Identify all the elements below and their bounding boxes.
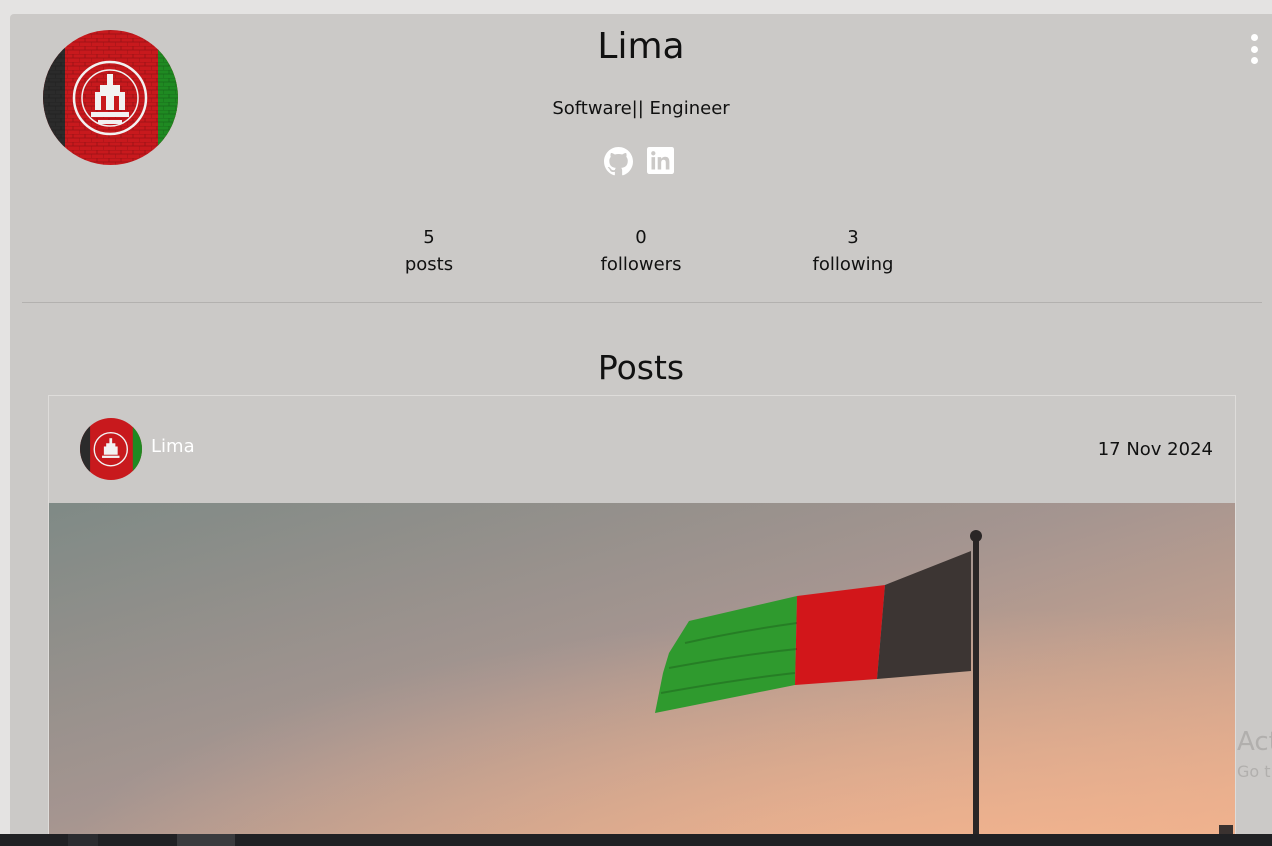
stat-following-value: 3 (847, 227, 859, 248)
os-activation-watermark: Act Go t (1237, 727, 1272, 787)
watermark-line-2: Go t (1237, 762, 1271, 781)
section-divider (22, 302, 1262, 303)
stat-followers-label: followers (600, 254, 682, 275)
taskbar (0, 834, 1272, 846)
stat-posts-label: posts (404, 254, 454, 275)
avatar-flag-image (80, 418, 142, 480)
stat-posts-value: 5 (423, 227, 435, 248)
profile-name: Lima (597, 26, 685, 67)
post-card: Lima 17 Nov 2024 (48, 395, 1236, 846)
watermark-line-1: Act (1237, 727, 1272, 757)
profile-stats: 5 posts 0 followers 3 following (10, 224, 1272, 284)
social-links (604, 147, 676, 176)
profile-bio: Software|| Engineer (552, 98, 730, 119)
stat-followers[interactable]: 0 followers (571, 224, 711, 278)
stat-posts[interactable]: 5 posts (359, 224, 499, 278)
post-image[interactable] (49, 503, 1235, 846)
linkedin-icon[interactable] (647, 147, 676, 176)
profile-card: Lima Software|| Engineer 5 posts 0 follo… (10, 14, 1272, 846)
taskbar-item[interactable] (68, 834, 98, 846)
post-date: 17 Nov 2024 (1097, 439, 1213, 460)
post-author-avatar[interactable] (80, 418, 142, 480)
github-icon[interactable] (604, 147, 633, 176)
post-author-name[interactable]: Lima (151, 436, 195, 457)
posts-section-title: Posts (597, 348, 685, 387)
stat-following[interactable]: 3 following (783, 224, 923, 278)
post-header: Lima 17 Nov 2024 (49, 396, 1235, 503)
stat-followers-value: 0 (635, 227, 647, 248)
stat-following-label: following (812, 254, 894, 275)
taskbar-item-active[interactable] (177, 834, 235, 846)
